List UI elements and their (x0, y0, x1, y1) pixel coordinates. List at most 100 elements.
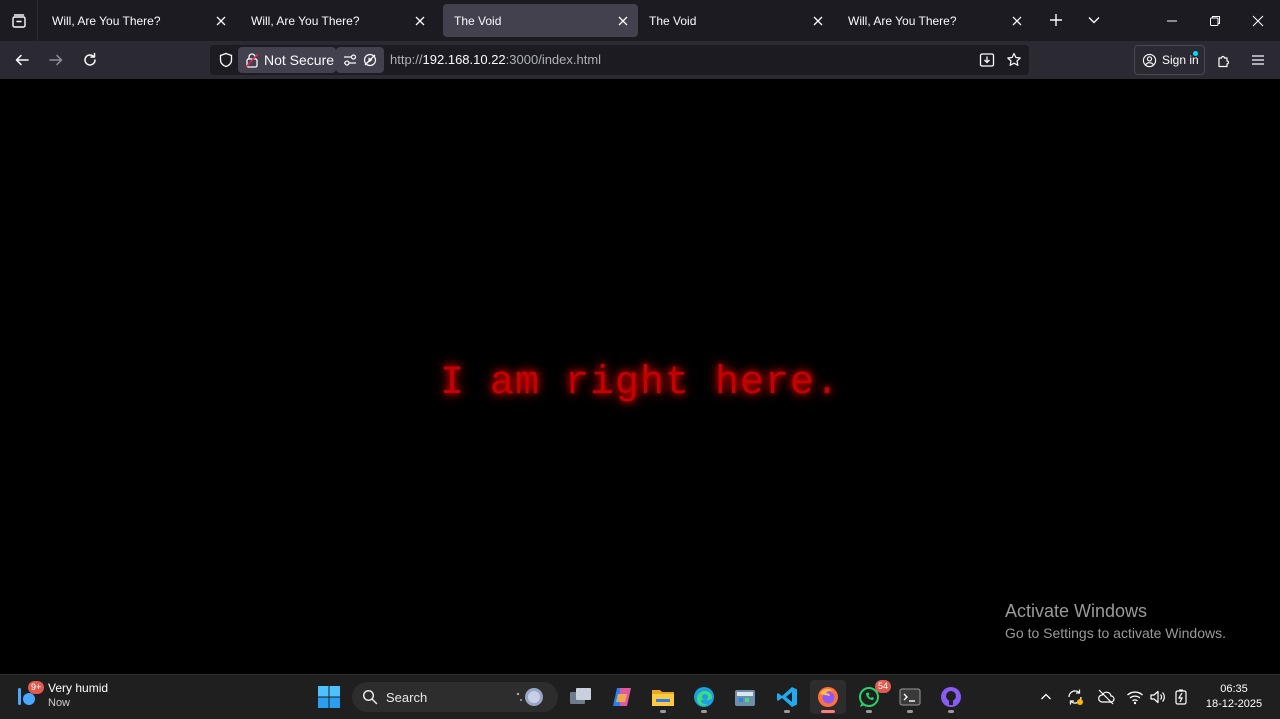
reload-icon (84, 52, 96, 66)
url-text[interactable]: http://192.168.10.22:3000/index.html (390, 45, 601, 75)
weather-icon: 9+ (14, 681, 45, 708)
battery-button[interactable] (1170, 685, 1192, 709)
battery-charging-icon (1175, 689, 1187, 705)
close-icon (1252, 15, 1264, 26)
firefox-icon (818, 687, 838, 707)
sync-status-button[interactable] (1064, 685, 1086, 709)
wifi-icon (1127, 691, 1143, 705)
close-window-button[interactable] (1237, 0, 1279, 41)
search-label: Search (386, 689, 428, 705)
volume-button[interactable] (1147, 685, 1169, 709)
new-tab-button[interactable] (1042, 6, 1070, 34)
hamburger-menu-icon (1252, 55, 1264, 65)
bookmark-star-icon[interactable] (1002, 48, 1026, 72)
unread-count-badge: 54 (874, 680, 891, 693)
tab-close-button[interactable] (1005, 9, 1029, 33)
tab-overview-button[interactable] (0, 0, 38, 41)
tab-4[interactable]: The Void (638, 4, 833, 37)
weather-time: Now (48, 697, 71, 709)
store-icon (735, 690, 755, 706)
tab-1[interactable]: Will, Are You There? (41, 4, 236, 37)
running-indicator (701, 710, 707, 713)
tab-close-button[interactable] (408, 9, 432, 33)
reload-button[interactable] (75, 45, 105, 75)
restore-button[interactable] (1194, 0, 1236, 41)
store-app[interactable] (727, 680, 763, 714)
sync-icon (1068, 689, 1083, 705)
terminal-app[interactable] (892, 680, 928, 714)
tab-title: Will, Are You There? (251, 13, 360, 28)
vscode-app[interactable] (769, 680, 805, 714)
tab-close-button[interactable] (806, 9, 830, 33)
tab-close-button[interactable] (611, 9, 635, 33)
page-content: I am right here. Activate Windows Go to … (0, 79, 1280, 674)
taskbar: 9+ Very humid Now Search 54 06:35 18-12-… (0, 674, 1280, 719)
running-indicator (866, 710, 872, 713)
tab-title: The Void (649, 13, 697, 28)
file-explorer-app[interactable] (645, 680, 681, 714)
tab-title: The Void (454, 13, 502, 28)
start-button[interactable] (311, 680, 347, 714)
minimize-button[interactable] (1151, 0, 1193, 41)
tab-2[interactable]: Will, Are You There? (240, 4, 435, 37)
url-scheme: http:// (390, 52, 423, 67)
tab-close-button[interactable] (209, 9, 233, 33)
tab-3[interactable]: The Void (443, 4, 638, 37)
autoplay-blocked-icon (364, 53, 377, 67)
weather-condition: Very humid (48, 681, 109, 695)
account-icon (1142, 53, 1157, 67)
whatsapp-app[interactable]: 54 (851, 680, 891, 714)
terminal-icon (899, 688, 921, 706)
copilot-icon (613, 688, 631, 706)
close-icon (216, 16, 226, 25)
close-icon (1012, 16, 1022, 25)
github-desktop-app[interactable] (933, 680, 969, 714)
edge-icon (694, 687, 714, 707)
arrow-right-icon (49, 54, 63, 66)
running-indicator (907, 710, 913, 713)
chevron-up-icon (1041, 693, 1051, 700)
void-message: I am right here. (439, 361, 841, 406)
save-to-pocket-icon[interactable] (975, 48, 999, 72)
show-hidden-icons-button[interactable] (1035, 685, 1057, 709)
list-all-tabs-button[interactable] (1080, 6, 1108, 34)
system-clock[interactable]: 06:35 18-12-2025 (1196, 682, 1272, 712)
close-icon (618, 16, 628, 25)
forward-button[interactable] (41, 45, 71, 75)
windows-start-icon (318, 686, 340, 708)
tab-5[interactable]: Will, Are You There? (837, 4, 1032, 37)
running-indicator (784, 710, 790, 713)
running-indicator (660, 710, 666, 713)
weather-widget[interactable]: 9+ Very humid Now (14, 681, 108, 709)
back-button[interactable] (7, 45, 37, 75)
url-host: 192.168.10.22 (422, 52, 506, 67)
sign-in-button[interactable]: Sign in (1134, 45, 1205, 75)
url-path: :3000/index.html (505, 52, 602, 67)
plus-icon (1050, 14, 1062, 26)
url-bar[interactable]: Not Secure http://192.168.10.22:3000/ind… (210, 45, 1029, 75)
activate-windows-watermark: Activate Windows Go to Settings to activ… (1005, 601, 1226, 641)
wifi-button[interactable] (1124, 685, 1146, 709)
not-secure-indicator[interactable]: Not Secure (238, 47, 336, 73)
task-view-icon (570, 688, 591, 704)
firefox-app[interactable] (810, 680, 846, 714)
cloud-off-icon (1098, 689, 1115, 705)
vscode-icon (777, 687, 797, 707)
app-menu-button[interactable] (1243, 45, 1273, 75)
weather-badge: 9+ (28, 681, 45, 694)
tracking-protection-shield-icon[interactable] (214, 45, 238, 75)
taskbar-search-box[interactable]: Search (352, 682, 558, 712)
cloud-status-button[interactable] (1095, 685, 1117, 709)
task-view-button[interactable] (563, 680, 599, 714)
site-permissions-button[interactable] (336, 47, 384, 73)
tab-strip: Will, Are You There? Will, Are You There… (0, 0, 1280, 41)
extensions-button[interactable] (1209, 45, 1239, 75)
close-icon (415, 16, 425, 25)
copilot-app[interactable] (604, 680, 640, 714)
tab-title: Will, Are You There? (52, 13, 161, 28)
edge-app[interactable] (686, 680, 722, 714)
github-icon (941, 687, 961, 707)
arrow-left-icon (15, 54, 29, 66)
clock-date: 18-12-2025 (1205, 698, 1263, 710)
not-secure-label: Not Secure (264, 52, 335, 68)
